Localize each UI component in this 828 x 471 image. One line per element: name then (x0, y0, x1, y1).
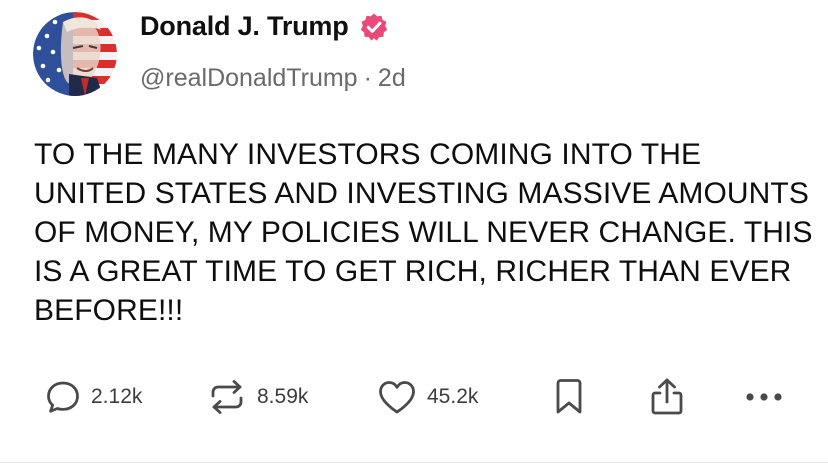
reply-count: 2.12k (91, 385, 143, 408)
share-icon (651, 378, 683, 415)
reply-button[interactable]: 2.12k (45, 372, 142, 422)
handle-line: @realDonaldTrump · 2d (140, 64, 406, 93)
divider (0, 462, 828, 463)
post-text: TO THE MANY INVESTORS COMING INTO THE UN… (34, 138, 813, 327)
flag-portrait-image (33, 12, 117, 96)
repost-icon (211, 380, 243, 414)
bookmark-button[interactable] (554, 372, 584, 422)
reply-icon (47, 381, 79, 413)
author-handle[interactable]: @realDonaldTrump (140, 64, 358, 92)
heart-icon (379, 381, 415, 414)
avatar[interactable] (33, 12, 117, 96)
bookmark-icon (556, 379, 582, 414)
more-options-button[interactable] (744, 372, 784, 422)
repost-count: 8.59k (257, 385, 309, 408)
like-count: 45.2k (427, 385, 479, 408)
action-bar: 2.12k 8.59k 45.2k (0, 372, 828, 422)
repost-button[interactable]: 8.59k (207, 372, 308, 422)
share-button[interactable] (649, 372, 685, 422)
post-card: Donald J. Trump @realDonaldTrump · 2d TO T… (0, 0, 828, 471)
author-name-row: Donald J. Trump (140, 11, 389, 42)
verified-badge-icon (359, 12, 389, 42)
separator-dot: · (363, 64, 372, 92)
more-icon (746, 393, 782, 401)
post-age[interactable]: 2d (378, 64, 406, 92)
author-name[interactable]: Donald J. Trump (140, 11, 349, 42)
like-button[interactable]: 45.2k (377, 372, 478, 422)
